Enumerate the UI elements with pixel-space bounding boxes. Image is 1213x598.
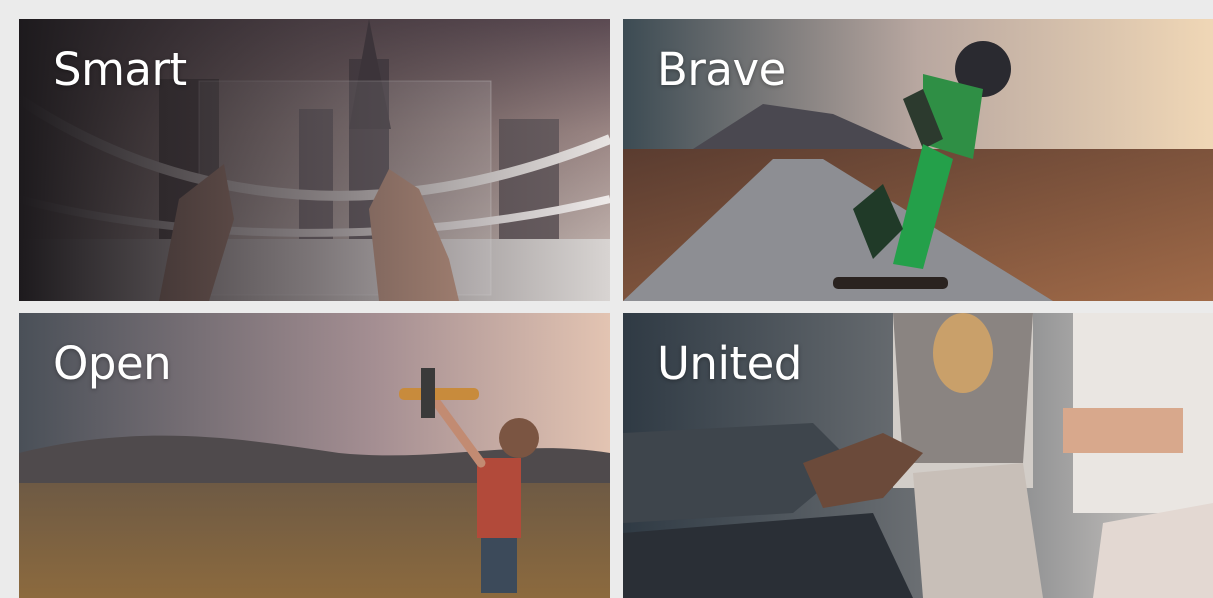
image-grid: Smart Brave Open United [19,19,1213,598]
tile-smart[interactable]: Smart [19,19,610,301]
tile-label-open: Open [53,337,172,390]
tile-label-brave: Brave [657,43,786,96]
tile-label-united: United [657,337,802,390]
tile-united[interactable]: United [623,313,1213,598]
tile-label-smart: Smart [53,43,187,96]
tile-open[interactable]: Open [19,313,610,598]
tile-brave[interactable]: Brave [623,19,1213,301]
